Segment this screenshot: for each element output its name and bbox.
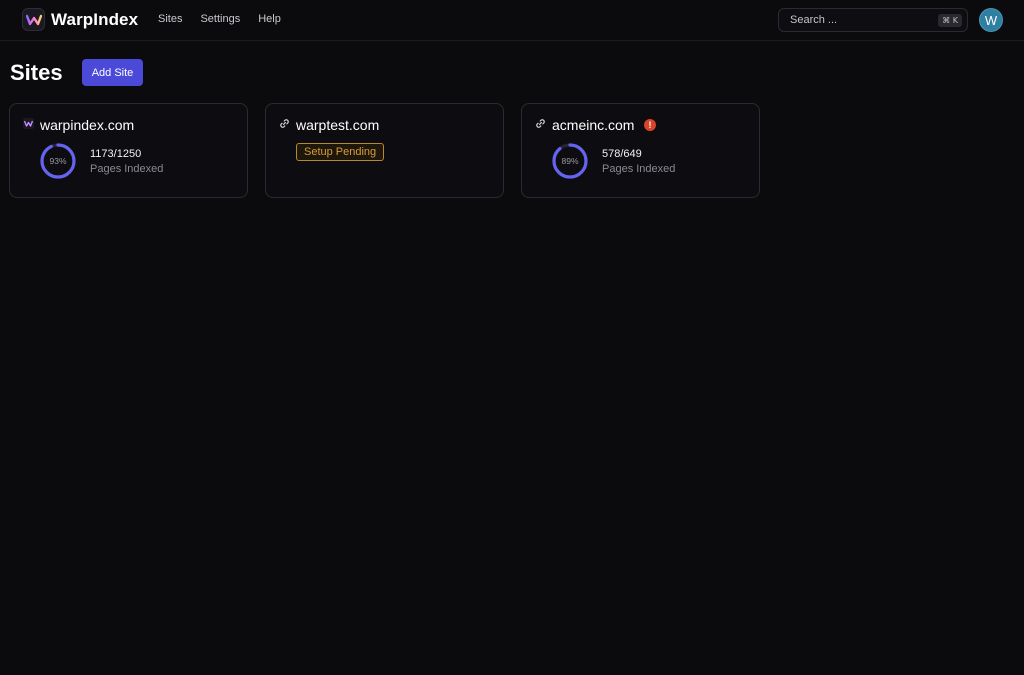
setup-pending-badge: Setup Pending xyxy=(296,143,385,161)
link-icon xyxy=(535,118,546,129)
nav-sites[interactable]: Sites xyxy=(158,13,182,25)
warpindex-logo-icon xyxy=(23,118,34,129)
site-domain[interactable]: warpindex.com xyxy=(40,117,134,133)
search-shortcut-hint: ⌘ K xyxy=(938,14,962,27)
site-card-warptest[interactable]: warptest.com Setup Pending xyxy=(265,103,504,198)
search-box[interactable]: ⌘ K xyxy=(778,8,968,32)
site-card-warpindex[interactable]: warpindex.com 93% 1173/1250 Pages Indexe… xyxy=(9,103,248,198)
progress-percent: 93% xyxy=(49,156,67,166)
warpindex-logo-icon[interactable] xyxy=(22,8,45,31)
alert-icon[interactable]: ! xyxy=(644,119,656,131)
page-title: Sites xyxy=(10,60,63,85)
user-avatar[interactable]: W xyxy=(979,8,1003,32)
main-nav: Sites Settings Help xyxy=(158,13,299,25)
pages-count-label: Pages Indexed xyxy=(602,163,676,175)
nav-settings[interactable]: Settings xyxy=(200,13,240,25)
top-navbar: WarpIndex Sites Settings Help ⌘ K W xyxy=(0,0,1024,41)
pages-count: 1173/1250 xyxy=(90,148,142,160)
pages-count: 578/649 xyxy=(602,148,642,160)
nav-help[interactable]: Help xyxy=(258,13,281,25)
pages-count-label: Pages Indexed xyxy=(90,163,164,175)
site-domain[interactable]: warptest.com xyxy=(296,117,379,133)
link-icon xyxy=(279,118,290,129)
site-domain[interactable]: acmeinc.com xyxy=(552,117,634,133)
progress-percent: 89% xyxy=(561,156,579,166)
search-input[interactable] xyxy=(790,14,930,26)
add-site-button[interactable]: Add Site xyxy=(82,59,143,86)
brand-name[interactable]: WarpIndex xyxy=(51,10,138,30)
site-card-acmeinc[interactable]: acmeinc.com ! 89% 578/649 Pages Indexed xyxy=(521,103,760,198)
